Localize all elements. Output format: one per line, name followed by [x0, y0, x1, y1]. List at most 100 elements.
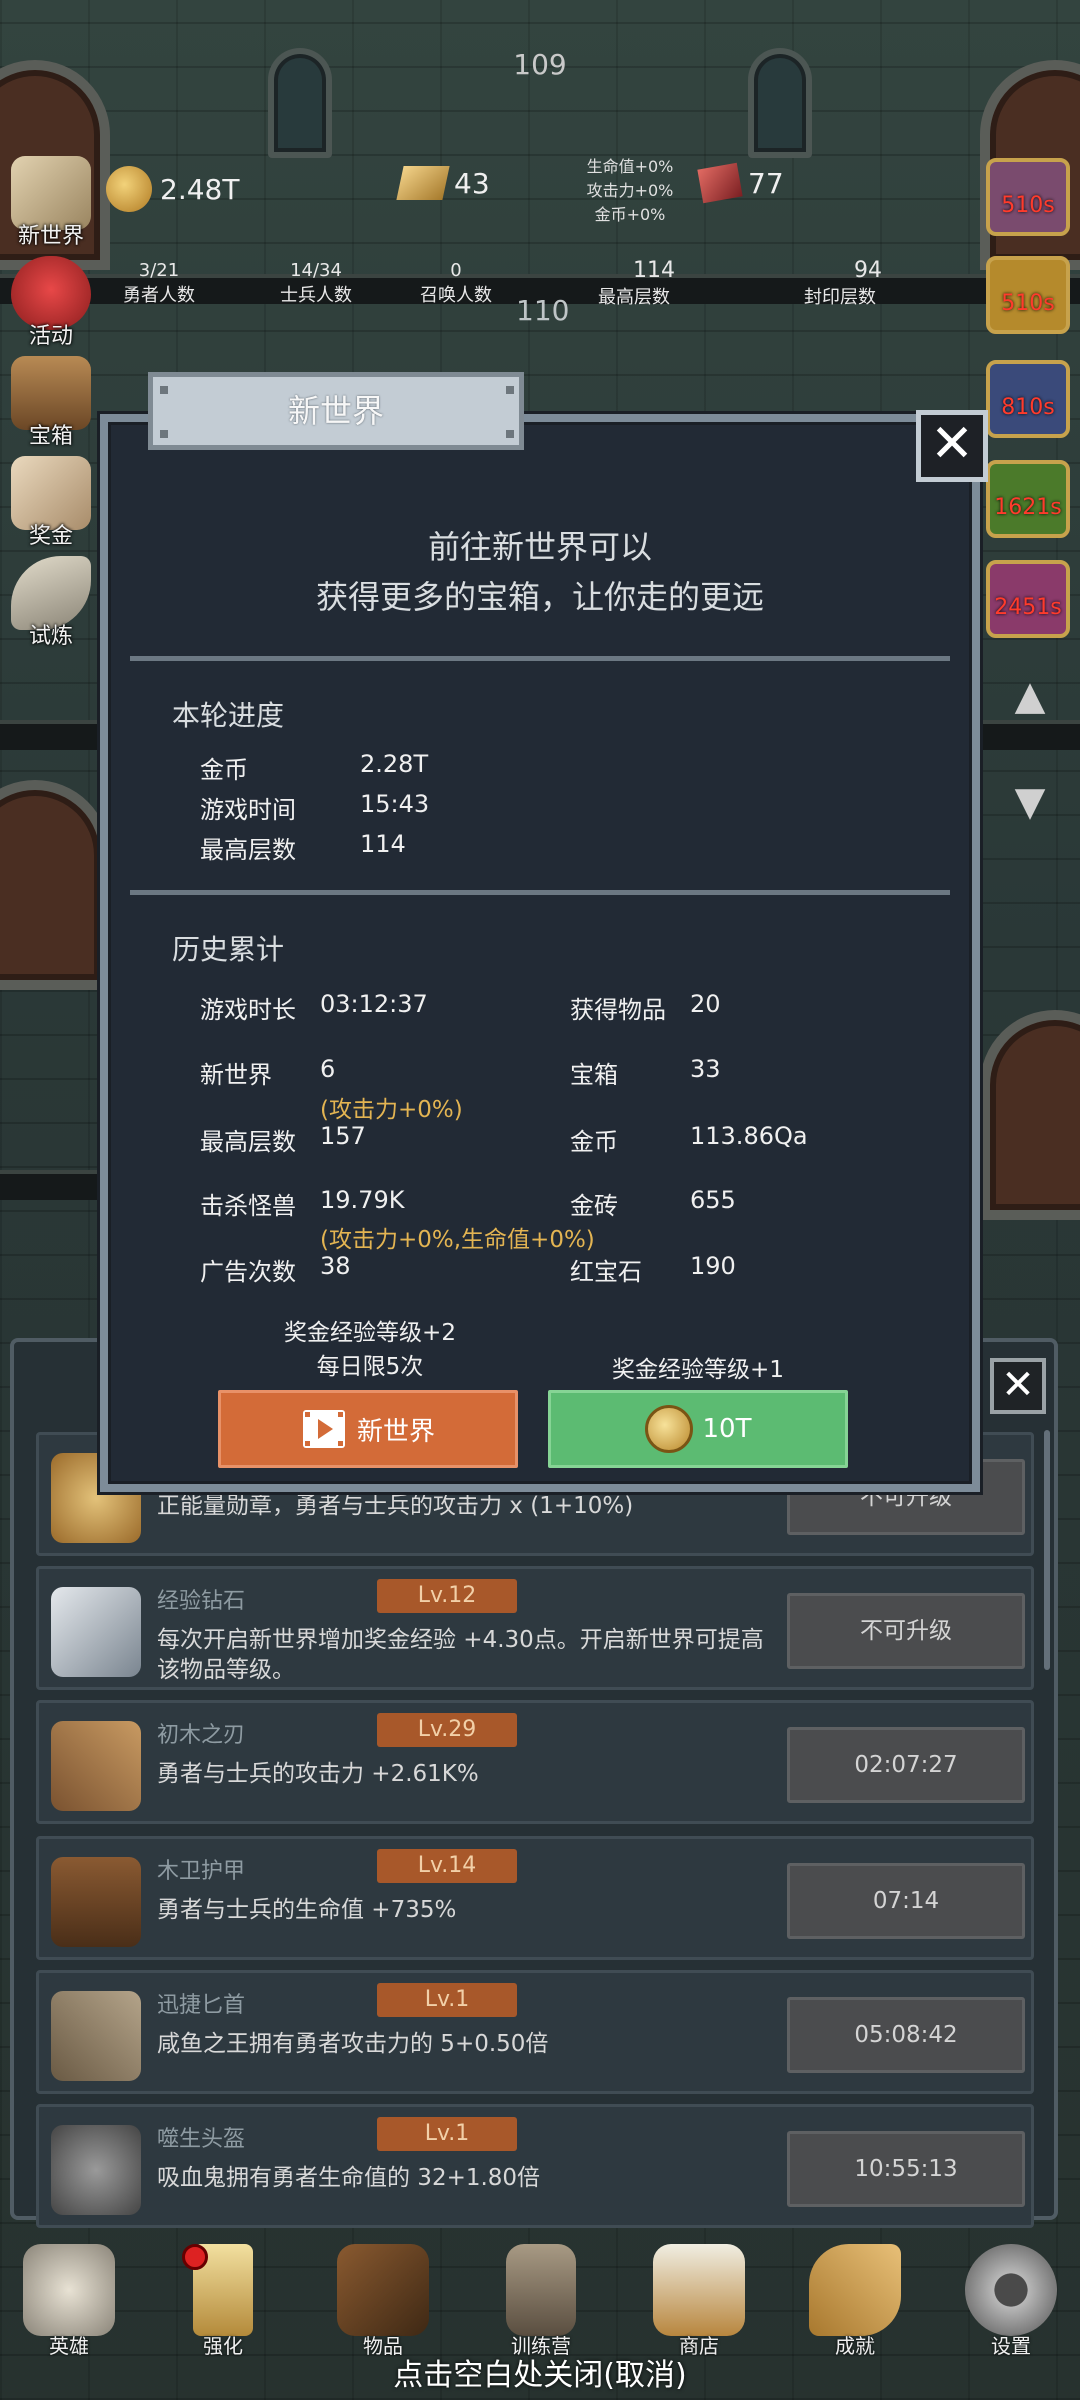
castle-door	[0, 780, 110, 990]
section-divider	[130, 656, 950, 661]
summon-count-value: 0	[450, 260, 462, 281]
floor-marker: 110	[516, 294, 570, 327]
nav-shop[interactable]: 商店	[644, 2244, 754, 2359]
video-reward-text: 奖金经验等级+2	[284, 1320, 456, 1346]
beer-mug-icon	[653, 2244, 745, 2336]
nav-achievements[interactable]: 成就	[800, 2244, 910, 2359]
soldier-count-label: 士兵人数	[280, 285, 352, 306]
item-description: 正能量勋章，勇者与士兵的攻击力 x (1+10%)	[157, 1493, 634, 1519]
list-item: 初木之刃 Lv.29 勇者与士兵的攻击力 +2.61K% 02:07:27	[36, 1700, 1034, 1824]
current-gold-value: 2.28T	[360, 750, 429, 778]
timer-text: 2451s	[994, 595, 1062, 620]
upgrade-timer-button[interactable]: 05:08:42	[787, 1997, 1025, 2073]
timer-slot-1[interactable]: 510s	[986, 158, 1070, 236]
notification-dot	[182, 2244, 208, 2270]
history-newworld-label: 新世界	[200, 1061, 272, 1089]
gold-brick-amount: 43	[454, 166, 490, 200]
list-item: 噬生头盔 Lv.1 吸血鬼拥有勇者生命值的 32+1.80倍 10:55:13	[36, 2104, 1034, 2228]
sealed-floor-stat: 94 封印层数	[780, 258, 900, 309]
history-playtime-value: 03:12:37	[320, 990, 428, 1018]
coin-button-label: 10T	[702, 1414, 752, 1444]
tap-blank-to-close-hint[interactable]: 点击空白处关闭(取消)	[0, 2350, 1080, 2394]
soldier-count: 14/34 士兵人数	[256, 260, 376, 307]
items-scrollbar[interactable]	[1044, 1430, 1050, 1670]
soldier-count-value: 14/34	[290, 260, 342, 281]
max-floor-value: 114	[633, 258, 675, 283]
rivet	[160, 386, 168, 394]
timer-text: 510s	[1001, 291, 1055, 316]
nav-settings[interactable]: 设置	[956, 2244, 1066, 2359]
ruby-stat: 77	[697, 162, 784, 204]
menu-label: 新世界	[17, 224, 84, 249]
history-rubies-label: 红宝石	[570, 1258, 642, 1286]
history-items-value: 20	[690, 990, 721, 1018]
timer-slot-2[interactable]: 510s	[986, 256, 1070, 334]
dialog-description: 前往新世界可以 获得更多的宝箱，让你走的更远	[100, 522, 980, 622]
description-line: 获得更多的宝箱，让你走的更远	[315, 578, 764, 616]
video-button-label: 新世界	[356, 1416, 435, 1447]
current-floor-number: 109	[513, 48, 567, 81]
upgrade-timer-button[interactable]: 02:07:27	[787, 1727, 1025, 1803]
video-option-info: 奖金经验等级+2 每日限5次	[220, 1316, 520, 1384]
history-items-label: 获得物品	[570, 996, 666, 1024]
nav-items[interactable]: 物品	[328, 2244, 438, 2359]
new-world-video-button[interactable]: 新世界	[218, 1390, 518, 1468]
scroll-up-button[interactable]: ▲	[998, 664, 1062, 728]
item-name: 噬生头盔	[157, 2127, 246, 2152]
item-description: 每次开启新世界增加奖金经验 +4.30点。开启新世界可提高该物品等级。	[157, 1627, 764, 1683]
rivet	[160, 430, 168, 438]
key-icon	[809, 2244, 901, 2336]
menu-trial[interactable]: 试炼	[6, 556, 96, 656]
item-description: 咸鱼之王拥有勇者攻击力的 5+0.50倍	[157, 2031, 549, 2057]
menu-label: 奖金	[28, 524, 73, 549]
current-playtime-label: 游戏时间	[200, 796, 296, 824]
menu-new-world[interactable]: 新世界	[6, 156, 96, 256]
max-floor-label: 最高层数	[598, 287, 670, 308]
current-gold-label: 金币	[200, 756, 248, 784]
menu-chest[interactable]: 宝箱	[6, 356, 96, 456]
menu-bonus[interactable]: 奖金	[6, 456, 96, 556]
upgrade-timer-button[interactable]: 10:55:13	[787, 2131, 1025, 2207]
sealed-floor-value: 94	[854, 258, 882, 283]
game-screen: 109 2.48T 43 生命值+0% 攻击力+0% 金币+0% 77 3/21…	[0, 0, 1080, 2400]
atk-bonus: 攻击力+0%	[586, 181, 674, 200]
menu-label: 试炼	[28, 624, 73, 649]
hero-count: 3/21 勇者人数	[104, 260, 214, 307]
history-title: 历史累计	[172, 933, 285, 966]
items-panel-close-button[interactable]: ✕	[990, 1358, 1046, 1414]
gold-brick-icon	[396, 166, 450, 200]
current-run-title: 本轮进度	[172, 699, 285, 732]
wooden-sword-icon	[51, 1721, 141, 1811]
timer-slot-5[interactable]: 2451s	[986, 560, 1070, 638]
menu-events[interactable]: 活动	[6, 256, 96, 356]
gold-coin-icon	[644, 1405, 693, 1453]
nav-training[interactable]: 训练营	[486, 2244, 596, 2359]
section-divider	[130, 890, 950, 895]
upgrade-button[interactable]: 不可升级	[787, 1593, 1025, 1669]
item-name: 初木之刃	[157, 1723, 246, 1748]
upgrade-timer-button[interactable]: 07:14	[787, 1863, 1025, 1939]
gold-amount: 2.48T	[160, 172, 240, 206]
history-maxfloor-label: 最高层数	[200, 1128, 296, 1156]
history-kills-label: 击杀怪兽	[200, 1192, 296, 1220]
list-item: 经验钻石 Lv.12 每次开启新世界增加奖金经验 +4.30点。开启新世界可提高…	[36, 1566, 1034, 1690]
gold-brick-stat: 43	[396, 166, 490, 200]
timer-text: 510s	[1001, 193, 1055, 218]
new-world-coin-button[interactable]: 10T	[548, 1390, 848, 1468]
timer-slot-4[interactable]: 1621s	[986, 460, 1070, 538]
hero-count-label: 勇者人数	[123, 285, 195, 306]
scroll-down-button[interactable]: ▼	[998, 770, 1062, 834]
history-rubies-value: 190	[690, 1252, 736, 1280]
nav-heroes[interactable]: 英雄	[14, 2244, 124, 2359]
dialog-close-button[interactable]: ✕	[916, 410, 988, 482]
history-kills-value: 19.79K	[320, 1186, 405, 1214]
history-maxfloor-value: 157	[320, 1122, 366, 1150]
timer-slot-3[interactable]: 810s	[986, 360, 1070, 438]
history-playtime-label: 游戏时长	[200, 996, 296, 1024]
nav-enhance[interactable]: 强化	[168, 2244, 278, 2359]
ruby-amount: 77	[748, 166, 784, 200]
rivet	[506, 430, 514, 438]
history-chests-label: 宝箱	[570, 1061, 618, 1089]
item-level-badge: Lv.1	[377, 2117, 517, 2151]
book-icon	[337, 2244, 429, 2336]
